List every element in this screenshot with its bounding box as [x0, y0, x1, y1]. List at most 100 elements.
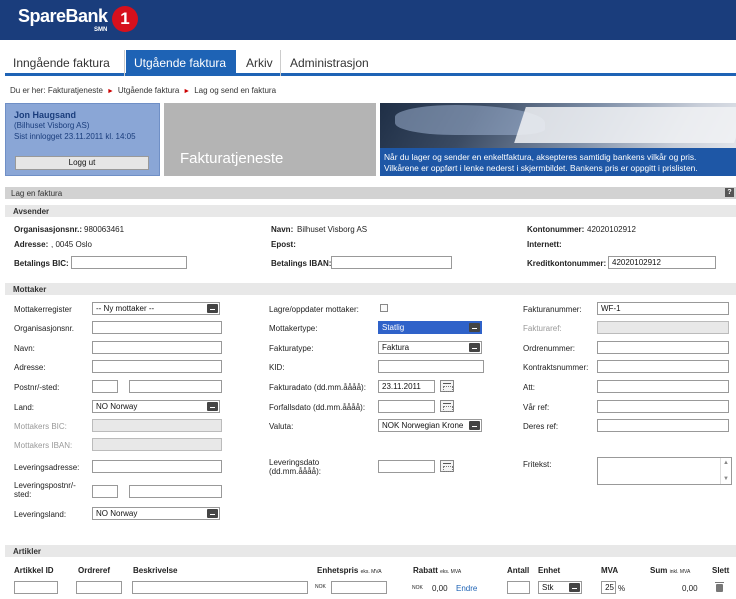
adresse-label: Adresse: [14, 363, 46, 372]
fritekst-label: Fritekst: [523, 460, 552, 469]
calendar-icon[interactable] [440, 400, 454, 412]
mottaker-navn-input[interactable] [92, 341, 222, 354]
iban-label: Betalings IBAN: [271, 259, 332, 268]
section-artikler: Artikler [5, 545, 736, 557]
form-title: Lag en faktura [11, 189, 63, 198]
chevron-down-icon [469, 323, 480, 332]
chevron-down-icon [207, 402, 218, 411]
enhet-select[interactable]: Stk [538, 581, 582, 594]
register-label: Mottakerregister [14, 305, 72, 314]
rabatt-value: 0,00 [432, 584, 448, 593]
breadcrumb-item[interactable]: Utgående faktura [118, 86, 179, 95]
chevron-down-icon [469, 343, 480, 352]
tab-utgaende[interactable]: Utgående faktura [126, 50, 236, 76]
col-sum: Sum inkl. MVA [650, 566, 690, 575]
fakturanummer-input[interactable]: WF-1 [597, 302, 729, 315]
kreditkonto-input[interactable]: 42020102912 [608, 256, 716, 269]
mva-percent: % [618, 584, 626, 593]
section-mottaker: Mottaker [5, 283, 736, 295]
enhetspris-input[interactable] [331, 581, 387, 594]
chevron-down-icon [569, 583, 580, 592]
col-enhet: Enhet [538, 566, 561, 575]
leveringsland-select[interactable]: NO Norway [92, 507, 220, 520]
kontraktsnummer-input[interactable] [597, 360, 729, 373]
logout-button[interactable]: Logg ut [15, 156, 149, 170]
adresse-value: , 0045 Oslo [51, 240, 92, 249]
select-value: NOK Norwegian Krone [382, 421, 464, 430]
postnr-input[interactable] [92, 380, 118, 393]
forfallsdato-input[interactable] [378, 400, 435, 413]
ordrenummer-input[interactable] [597, 341, 729, 354]
scroll-up-icon[interactable]: ▲ [723, 460, 729, 466]
scrollbar[interactable]: ▲ ▼ [720, 458, 731, 484]
brand-sub: SMN [94, 27, 108, 33]
calendar-icon[interactable] [440, 460, 454, 472]
endre-link[interactable]: Endre [456, 584, 477, 593]
col-mva: MVA [601, 566, 619, 575]
navn-label: Navn: [14, 344, 35, 353]
land-select[interactable]: NO Norway [92, 400, 220, 413]
kid-input[interactable] [378, 360, 484, 373]
col-rabatt-label: Rabatt [413, 566, 438, 575]
att-input[interactable] [597, 380, 729, 393]
betalings-bic-input[interactable] [71, 256, 187, 269]
sparebank-logo[interactable]: SpareBank SMN 1 [18, 6, 138, 33]
chevron-right-icon: ► [106, 88, 114, 95]
scroll-down-icon[interactable]: ▼ [723, 476, 729, 482]
mottakertype-select[interactable]: Statlig [378, 321, 482, 334]
last-login: Sist innlogget 23.11.2011 kl. 14:05 [14, 132, 136, 141]
caption-line: Vilkårene er oppført i lenke nederst i s… [384, 163, 698, 173]
main-tabs: Inngående faktura Utgående faktura Arkiv… [5, 50, 736, 76]
mottaker-adresse-input[interactable] [92, 360, 222, 373]
beskrivelse-input[interactable] [132, 581, 308, 594]
betalings-iban-input[interactable] [331, 256, 452, 269]
mva-input[interactable]: 25 [601, 581, 616, 594]
mottaker-iban-label: Mottakers IBAN: [14, 441, 73, 450]
breadcrumb-prefix: Du er her: [10, 86, 46, 95]
brand-name: SpareBank [18, 6, 108, 26]
navn-value: Bilhuset Visborg AS [297, 225, 368, 234]
fakturatype-select[interactable]: Faktura [378, 341, 482, 354]
help-icon[interactable]: ? [725, 188, 734, 197]
ordreref-input[interactable] [76, 581, 122, 594]
col-beskrivelse: Beskrivelse [133, 566, 178, 575]
mottakerregister-select[interactable]: -- Ny mottaker -- [92, 302, 220, 315]
calendar-icon[interactable] [440, 380, 454, 392]
poststed-input[interactable] [129, 380, 222, 393]
lev-poststed-input[interactable] [129, 485, 222, 498]
levdato-label: Leveringsdato (dd.mm.åååå): [269, 458, 322, 476]
col-sum-label: Sum [650, 566, 668, 575]
tab-administrasjon[interactable]: Administrasjon [282, 50, 378, 76]
breadcrumb-item[interactable]: Fakturatjeneste [48, 86, 103, 95]
adresse-label: Adresse: [14, 240, 49, 249]
user-panel: Jon Haugsand (Bilhuset Visborg AS) Sist … [5, 103, 160, 176]
artikkel-id-input[interactable] [14, 581, 58, 594]
tab-inngaende[interactable]: Inngående faktura [5, 50, 125, 76]
tab-arkiv[interactable]: Arkiv [238, 50, 281, 76]
fritekst-textarea[interactable]: ▲ ▼ [597, 457, 732, 485]
var-ref-input[interactable] [597, 400, 729, 413]
trash-icon[interactable] [715, 582, 724, 592]
forfall-label: Forfallsdato (dd.mm.åååå): [269, 403, 366, 412]
leveringsadresse-input[interactable] [92, 460, 222, 473]
rabatt-currency: NOK [412, 585, 423, 591]
leveringsdato-input[interactable] [378, 460, 435, 473]
col-ordreref: Ordreref [78, 566, 111, 575]
lagre-mottaker-checkbox[interactable] [380, 304, 388, 312]
breadcrumb-item: Lag og send en faktura [194, 86, 277, 95]
fakturadato-input[interactable]: 23.11.2011 [378, 380, 435, 393]
mottaker-orgnr-input[interactable] [92, 321, 222, 334]
postnr-label: Postnr/-sted: [14, 383, 60, 392]
ordrenr-label: Ordrenummer: [523, 344, 576, 353]
deres-ref-input[interactable] [597, 419, 729, 432]
lev-postnr-input[interactable] [92, 485, 118, 498]
user-company: (Bilhuset Visborg AS) [14, 121, 90, 130]
valuta-select[interactable]: NOK Norwegian Krone [378, 419, 482, 432]
mottaker-iban-input [92, 438, 222, 451]
konto-label: Kontonummer: [527, 225, 585, 234]
lev-adresse-label: Leveringsadresse: [14, 463, 80, 472]
fakturaref-label: Fakturaref: [523, 324, 562, 333]
orgnr-label: Organisasjonsnr. [14, 324, 75, 333]
service-banner: Fakturatjeneste [164, 103, 376, 176]
antall-input[interactable] [507, 581, 530, 594]
